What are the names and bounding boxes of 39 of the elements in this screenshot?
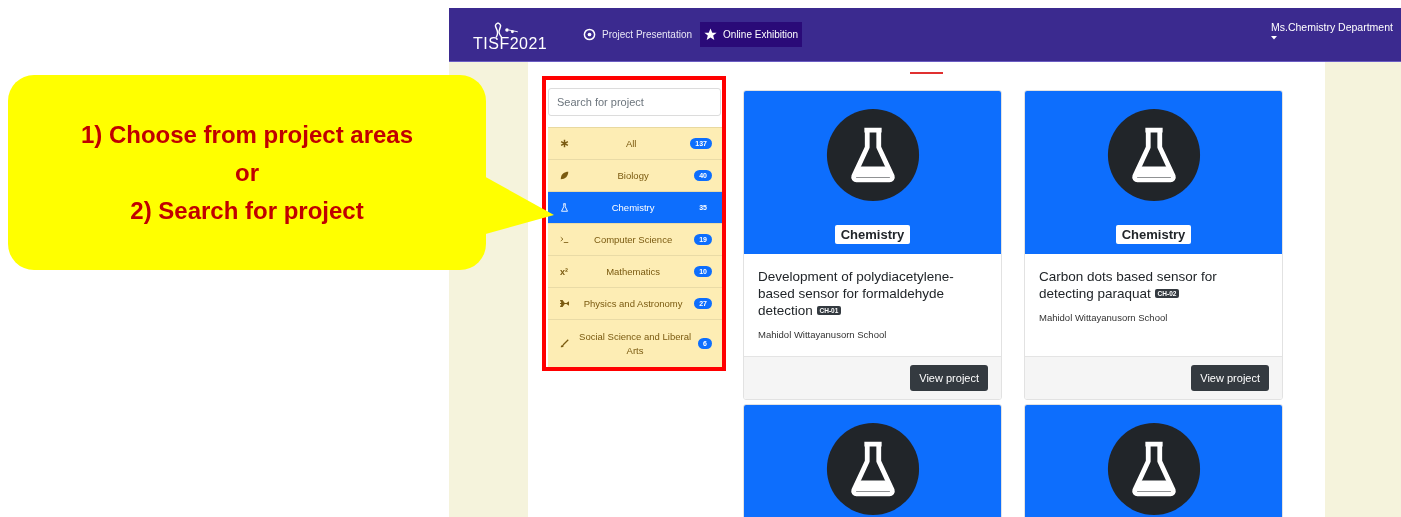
category-label: Computer Science — [593, 232, 674, 247]
project-title: Carbon dots based sensor for detecting paraquat $^{CH-02}$ — [1039, 268, 1218, 302]
category-label: All — [624, 136, 638, 151]
search-field[interactable]: Search for project — [548, 88, 721, 116]
category-icon — [560, 339, 569, 348]
flask-icon — [824, 421, 921, 517]
school-name: Mahidol Wittayanusorn School — [758, 329, 888, 340]
caret-icon — [1271, 36, 1277, 40]
logo-text: TISF2021 — [473, 34, 548, 53]
category-icon — [560, 171, 569, 180]
view-project-button[interactable]: View project — [910, 365, 988, 391]
category-label: Mathematics — [605, 264, 662, 279]
school-name: Mahidol Wittayanusorn School — [1039, 312, 1169, 323]
category-icon — [560, 235, 569, 244]
user-menu[interactable]: Ms.Chemistry Department — [1271, 8, 1401, 40]
category-icon — [560, 203, 569, 212]
category-label: Biology — [616, 168, 650, 183]
nav-link[interactable]: Online Exhibition — [700, 22, 803, 47]
target-icon — [583, 28, 596, 41]
nav-link[interactable]: Project Presentation — [579, 22, 697, 47]
category-tag: Chemistry — [834, 225, 911, 244]
star-icon — [704, 28, 718, 41]
flask-icon — [1105, 107, 1202, 203]
category-icon — [560, 299, 569, 308]
category-label: Social Science and Liberal Arts — [578, 329, 693, 358]
tab-indicator — [910, 72, 943, 74]
flask-icon — [1105, 421, 1202, 517]
callout-text: 1) Choose from project areas — [80, 120, 414, 149]
category-icon — [560, 139, 569, 148]
view-project-button[interactable]: View project — [1191, 365, 1269, 391]
category-label: Chemistry — [610, 200, 656, 215]
callout-text: or — [235, 158, 259, 187]
category-symbol: x² — [560, 266, 568, 277]
project-title: Development of polydiacetylene-based sensor for formaldehyde detection $^{CH-01}$ — [758, 268, 955, 319]
callout-text: 2) Search for project — [130, 196, 364, 225]
flask-icon — [824, 107, 921, 203]
category-tag: Chemistry — [1115, 225, 1192, 244]
site-logo[interactable]: TISF2021 — [473, 20, 555, 53]
category-label: Physics and Astronomy — [582, 296, 684, 311]
